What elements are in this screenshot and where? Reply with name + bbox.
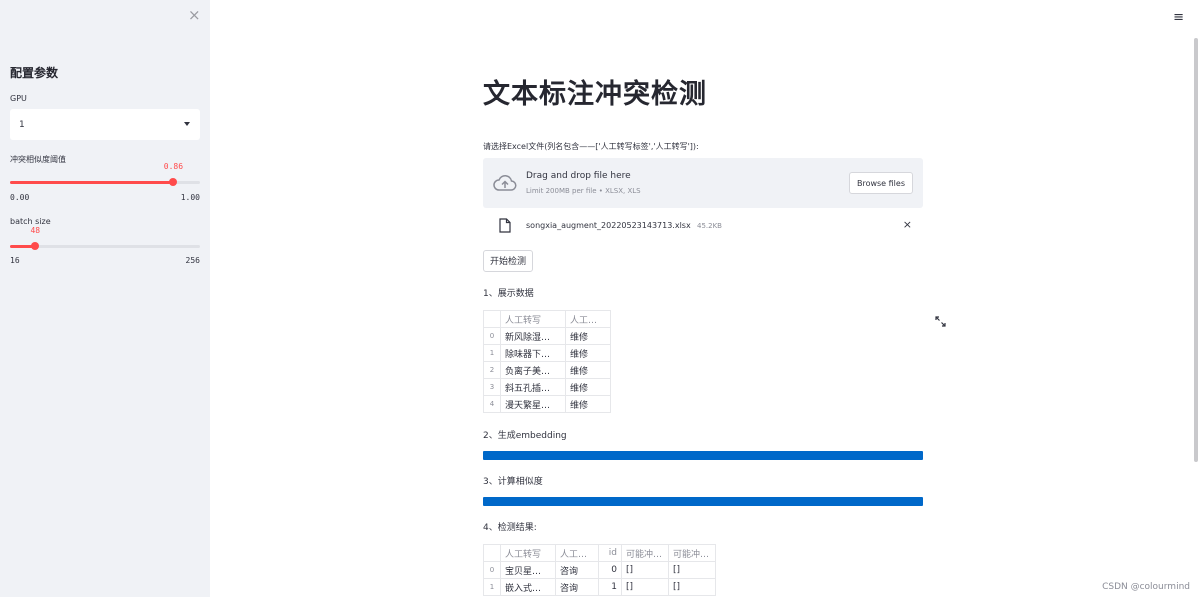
slider-thumb[interactable] <box>31 242 40 250</box>
table-cell: 咨询 <box>555 578 599 596</box>
table-row: 4 漫天繁星… 维修 <box>483 395 611 413</box>
table-row: 2 负离子美… 维修 <box>483 361 611 379</box>
gpu-label: GPU <box>10 94 27 103</box>
dropzone-limit: Limit 200MB per file • XLSX, XLS <box>526 187 641 195</box>
table-cell: 除味器下… <box>500 344 566 362</box>
table-cell: 维修 <box>565 327 611 345</box>
batch-size-label: batch size <box>10 217 51 226</box>
file-name: songxia_augment_20220523143713.xlsx <box>526 221 691 230</box>
upload-label: 请选择Excel文件(列名包含——['人工转写标签','人工转写']): <box>483 142 699 151</box>
fullscreen-expand-icon[interactable] <box>935 312 946 331</box>
table-cell: [] <box>668 561 716 579</box>
table-header-row: 人工转写 人工… <box>483 310 611 328</box>
table-row: 1 除味器下… 维修 <box>483 344 611 362</box>
table-cell: 新风除湿… <box>500 327 566 345</box>
data-table-preview[interactable]: 人工转写 人工… 0 新风除湿… 维修 1 除味器下… 维修 2 负离子美… 维修 3 斜五孔… <box>483 310 611 413</box>
table-row: 0 宝贝星… 咨询 0 [] [] <box>483 561 716 579</box>
threshold-slider[interactable]: 0.86 <box>10 162 200 188</box>
page-title: 文本标注冲突检测 <box>483 79 707 110</box>
gpu-select-value: 1 <box>19 120 25 130</box>
section-generate-embedding: 2、生成embedding <box>483 431 567 441</box>
table-header-cell[interactable]: 人工… <box>555 544 599 562</box>
table-cell: 维修 <box>565 361 611 379</box>
uploaded-file: songxia_augment_20220523143713.xlsx 45.2… <box>483 215 923 237</box>
threshold-max: 1.00 <box>180 193 200 202</box>
table-cell: 维修 <box>565 395 611 413</box>
row-index: 4 <box>483 395 501 413</box>
sidebar-title: 配置参数 <box>10 66 59 80</box>
hamburger-menu-icon[interactable]: ≡ <box>1173 10 1184 25</box>
file-dropzone[interactable]: Drag and drop file here Limit 200MB per … <box>483 158 923 208</box>
similarity-progress-bar <box>483 497 923 506</box>
table-cell: [] <box>621 561 669 579</box>
table-row: 1 嵌入式… 咨询 1 [] [] <box>483 578 716 596</box>
table-cell: 维修 <box>565 344 611 362</box>
section-compute-similarity: 3、计算相似度 <box>483 477 543 487</box>
row-index: 1 <box>483 344 501 362</box>
table-cell: 嵌入式… <box>500 578 556 596</box>
embedding-progress-bar <box>483 451 923 460</box>
table-header-cell[interactable]: 人工… <box>565 310 611 328</box>
slider-current-value: 48 <box>30 226 41 235</box>
remove-file-icon[interactable]: × <box>903 218 912 231</box>
batch-size-slider[interactable]: 48 <box>10 226 200 252</box>
table-header-cell[interactable]: 可能冲… <box>621 544 669 562</box>
chevron-down-icon <box>184 122 190 126</box>
dropzone-instruction: Drag and drop file here <box>526 171 631 181</box>
detection-results-table[interactable]: 人工转写 人工… id 可能冲… 可能冲… 0 宝贝星… 咨询 0 [] [] … <box>483 544 716 596</box>
batch-size-max: 256 <box>185 256 200 265</box>
table-cell: [] <box>668 578 716 596</box>
close-sidebar-icon[interactable]: × <box>188 6 201 24</box>
slider-fill <box>10 181 174 184</box>
slider-thumb[interactable] <box>169 178 178 186</box>
sidebar: × 配置参数 GPU 1 冲突相似度阈值 0.86 0.00 1.00 batc… <box>0 0 210 597</box>
table-row: 0 新风除湿… 维修 <box>483 327 611 345</box>
table-header-cell[interactable]: id <box>598 544 622 562</box>
threshold-min: 0.00 <box>10 193 30 202</box>
table-cell: 漫天繁星… <box>500 395 566 413</box>
table-row: 3 斜五孔插… 维修 <box>483 378 611 396</box>
table-cell: 维修 <box>565 378 611 396</box>
table-cell: 1 <box>598 578 622 596</box>
table-header-cell[interactable]: 可能冲… <box>668 544 716 562</box>
table-cell: 斜五孔插… <box>500 378 566 396</box>
browse-files-button[interactable]: Browse files <box>848 172 913 194</box>
csdn-watermark: CSDN @colourmind <box>1102 582 1190 592</box>
table-header-cell[interactable]: 人工转写 <box>500 310 566 328</box>
slider-current-value: 0.86 <box>163 162 184 171</box>
cloud-upload-icon <box>493 174 517 196</box>
table-cell: [] <box>621 578 669 596</box>
table-cell: 0 <box>598 561 622 579</box>
row-index: 0 <box>483 327 501 345</box>
section-detection-results: 4、检测结果: <box>483 523 537 533</box>
table-header-row: 人工转写 人工… id 可能冲… 可能冲… <box>483 544 716 562</box>
scrollbar[interactable] <box>1194 38 1198 462</box>
file-icon <box>499 218 511 237</box>
table-cell: 负离子美… <box>500 361 566 379</box>
table-header-cell[interactable]: 人工转写 <box>500 544 556 562</box>
table-cell: 宝贝星… <box>500 561 556 579</box>
row-index: 2 <box>483 361 501 379</box>
batch-size-min: 16 <box>10 256 20 265</box>
table-header-cell <box>483 544 501 562</box>
threshold-label: 冲突相似度阈值 <box>10 155 66 164</box>
gpu-select[interactable]: 1 <box>10 109 200 140</box>
row-index: 3 <box>483 378 501 396</box>
row-index: 0 <box>483 561 501 579</box>
table-cell: 咨询 <box>555 561 599 579</box>
file-size: 45.2KB <box>697 222 722 230</box>
row-index: 1 <box>483 578 501 596</box>
section-show-data: 1、展示数据 <box>483 289 534 299</box>
start-detection-button[interactable]: 开始检测 <box>483 250 534 272</box>
table-header-cell <box>483 310 501 328</box>
